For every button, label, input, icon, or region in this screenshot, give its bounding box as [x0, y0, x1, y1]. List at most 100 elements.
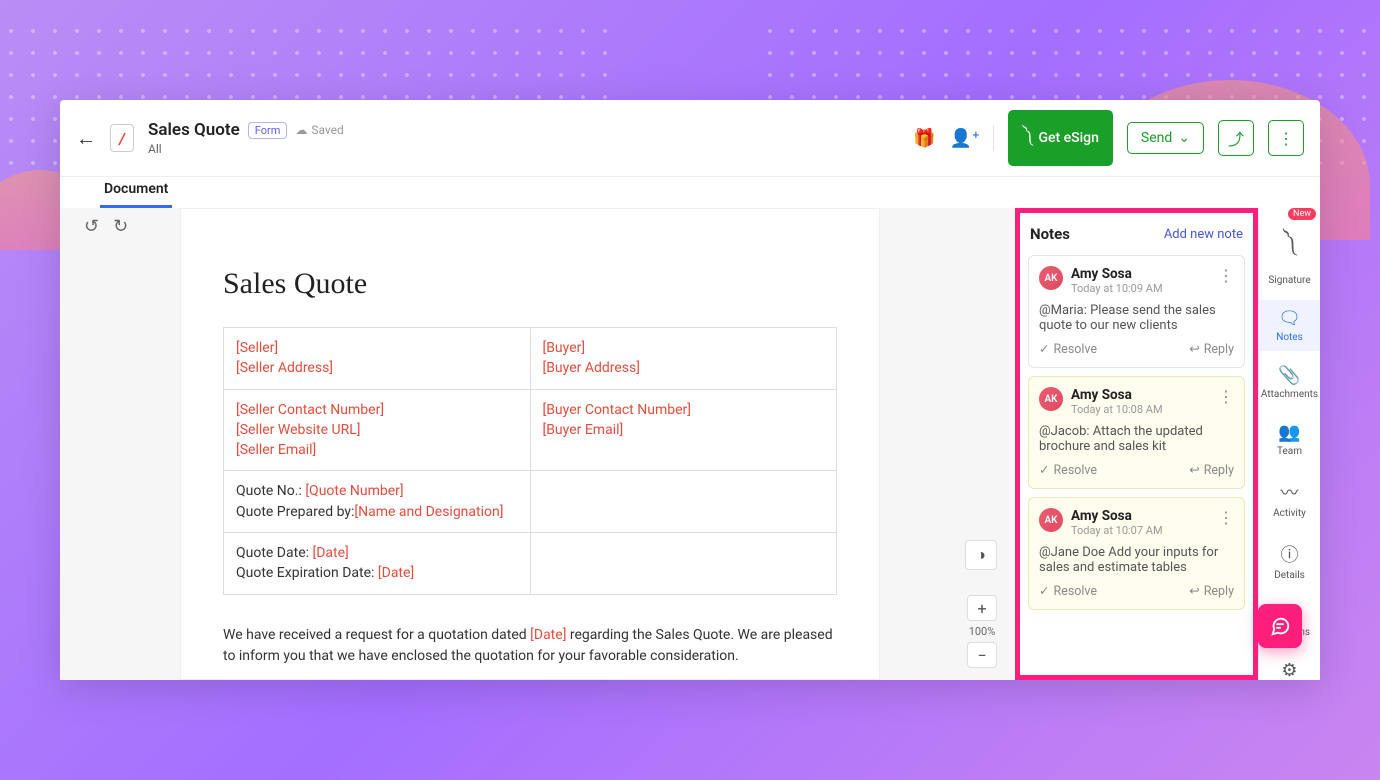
- top-bar: ← / Sales Quote Form ☁Saved All 🎁 👤⁺ ༽Ge…: [60, 100, 1320, 177]
- undo-icon[interactable]: ↺: [84, 216, 99, 237]
- subtitle: All: [148, 142, 344, 156]
- note-card[interactable]: AK Amy Sosa Today at 10:09 AM ⋮ @Maria: …: [1028, 255, 1245, 368]
- reply-button[interactable]: ↩Reply: [1189, 462, 1234, 478]
- info-icon: ⓘ: [1281, 541, 1299, 567]
- add-note-button[interactable]: Add new note: [1164, 227, 1243, 242]
- tab-row: Document: [60, 173, 1320, 208]
- zoom-level: 100%: [969, 625, 996, 638]
- avatar: AK: [1039, 508, 1063, 532]
- note-body: @Jacob: Attach the updated brochure and …: [1039, 424, 1234, 454]
- notes-icon: 🗨: [1278, 308, 1301, 329]
- placeholder[interactable]: [Date]: [378, 565, 414, 581]
- share-icon: ⤴: [1228, 126, 1244, 150]
- add-user-icon[interactable]: 👤⁺: [950, 128, 980, 149]
- note-author: Amy Sosa: [1071, 508, 1163, 524]
- placeholder[interactable]: [Seller Contact Number]: [236, 402, 384, 418]
- chat-fab[interactable]: [1258, 604, 1302, 648]
- notes-title: Notes: [1030, 225, 1070, 243]
- team-icon: 👥: [1278, 422, 1300, 443]
- table-row: Quote No.: [Quote Number] Quote Prepared…: [224, 471, 837, 533]
- document-page[interactable]: Sales Quote [Seller] [Seller Address] [B…: [180, 208, 880, 680]
- body-paragraph[interactable]: We have received a request for a quotati…: [223, 625, 837, 668]
- chevron-down-icon: ⌄: [1178, 130, 1190, 146]
- table-row: Quote Date: [Date] Quote Expiration Date…: [224, 533, 837, 595]
- placeholder[interactable]: [Seller Address]: [236, 360, 333, 376]
- reply-button[interactable]: ↩Reply: [1189, 583, 1234, 599]
- rail-item-activity[interactable]: 〰Activity: [1259, 471, 1320, 527]
- back-arrow-icon[interactable]: ←: [76, 126, 96, 151]
- note-more-icon[interactable]: ⋮: [1218, 508, 1234, 527]
- resolve-button[interactable]: ✓Resolve: [1039, 341, 1097, 357]
- notes-panel: Notes Add new note AK Amy Sosa Today at …: [1015, 208, 1258, 680]
- note-body: @Jane Doe Add your inputs for sales and …: [1039, 545, 1234, 575]
- note-author: Amy Sosa: [1071, 266, 1163, 282]
- placeholder[interactable]: [Seller]: [236, 340, 278, 356]
- label: Quote No.:: [236, 483, 305, 499]
- rail-item-signature[interactable]: ༽Signature: [1259, 214, 1320, 294]
- avatar: AK: [1039, 387, 1063, 411]
- zoom-controls: + 100% −: [967, 595, 997, 668]
- reply-icon: ↩: [1189, 583, 1199, 599]
- note-more-icon[interactable]: ⋮: [1218, 387, 1234, 406]
- separator: [993, 125, 994, 151]
- resolve-button[interactable]: ✓Resolve: [1039, 583, 1097, 599]
- rail-item-details[interactable]: ⓘDetails: [1259, 533, 1320, 589]
- placeholder[interactable]: [Quote Number]: [305, 483, 403, 499]
- cloud-icon: ☁: [295, 123, 307, 137]
- send-button[interactable]: Send⌄: [1127, 122, 1204, 154]
- new-badge: New: [1288, 208, 1316, 220]
- rail-item-attachments[interactable]: 📎Attachments: [1259, 357, 1320, 408]
- note-timestamp: Today at 10:09 AM: [1071, 282, 1163, 295]
- reply-icon: ↩: [1189, 462, 1199, 478]
- color-toggle-button[interactable]: ◑: [965, 540, 997, 570]
- tab-document[interactable]: Document: [100, 173, 172, 208]
- placeholder[interactable]: [Date]: [530, 627, 566, 643]
- placeholder[interactable]: [Name and Designation]: [354, 504, 503, 520]
- note-card[interactable]: AK Amy Sosa Today at 10:08 AM ⋮ @Jacob: …: [1028, 376, 1245, 489]
- zoom-out-button[interactable]: −: [967, 642, 997, 668]
- reply-icon: ↩: [1189, 341, 1199, 357]
- check-icon: ✓: [1039, 583, 1049, 599]
- note-timestamp: Today at 10:07 AM: [1071, 524, 1163, 537]
- document-type-icon: /: [110, 124, 134, 152]
- redo-icon[interactable]: ↻: [113, 216, 128, 237]
- activity-icon: 〰: [1281, 479, 1299, 505]
- check-icon: ✓: [1039, 462, 1049, 478]
- table-row: [Seller Contact Number] [Seller Website …: [224, 389, 837, 471]
- placeholder[interactable]: [Buyer Contact Number]: [543, 402, 691, 418]
- check-icon: ✓: [1039, 341, 1049, 357]
- note-author: Amy Sosa: [1071, 387, 1163, 403]
- gift-icon[interactable]: 🎁: [913, 128, 935, 149]
- saved-status: ☁Saved: [295, 123, 343, 137]
- note-more-icon[interactable]: ⋮: [1218, 266, 1234, 285]
- placeholder[interactable]: [Seller Email]: [236, 442, 316, 458]
- placeholder[interactable]: [Buyer Email]: [543, 422, 624, 438]
- gear-icon: ⚙: [1281, 660, 1297, 680]
- rail-item-team[interactable]: 👥Team: [1259, 414, 1320, 465]
- share-button[interactable]: ⤴: [1218, 120, 1254, 156]
- rail-item-settings[interactable]: ⚙Settings: [1259, 652, 1320, 680]
- avatar: AK: [1039, 266, 1063, 290]
- document-title: Sales Quote: [148, 120, 240, 140]
- placeholder[interactable]: [Buyer]: [543, 340, 586, 356]
- signature-icon: ༽: [1022, 118, 1032, 158]
- placeholder[interactable]: [Seller Website URL]: [236, 422, 360, 438]
- reply-button[interactable]: ↩Reply: [1189, 341, 1234, 357]
- canvas-panel: ↺ ↻ Sales Quote [Seller] [Seller Address…: [60, 208, 1015, 680]
- note-card[interactable]: AK Amy Sosa Today at 10:07 AM ⋮ @Jane Do…: [1028, 497, 1245, 610]
- get-esign-button[interactable]: ༽Get eSign: [1008, 110, 1112, 166]
- more-menu-button[interactable]: ⋮: [1268, 120, 1304, 156]
- rail-item-notes[interactable]: 🗨Notes: [1259, 300, 1320, 351]
- placeholder[interactable]: [Date]: [312, 545, 348, 561]
- resolve-button[interactable]: ✓Resolve: [1039, 462, 1097, 478]
- form-badge: Form: [248, 122, 288, 139]
- signature-icon: ༽: [1283, 222, 1296, 272]
- note-timestamp: Today at 10:08 AM: [1071, 403, 1163, 416]
- quote-table: [Seller] [Seller Address] [Buyer] [Buyer…: [223, 327, 837, 595]
- zoom-in-button[interactable]: +: [967, 595, 997, 621]
- note-body: @Maria: Please send the sales quote to o…: [1039, 303, 1234, 333]
- label: Quote Date:: [236, 545, 312, 561]
- table-row: [Seller] [Seller Address] [Buyer] [Buyer…: [224, 328, 837, 390]
- placeholder[interactable]: [Buyer Address]: [543, 360, 640, 376]
- label: Quote Expiration Date:: [236, 565, 378, 581]
